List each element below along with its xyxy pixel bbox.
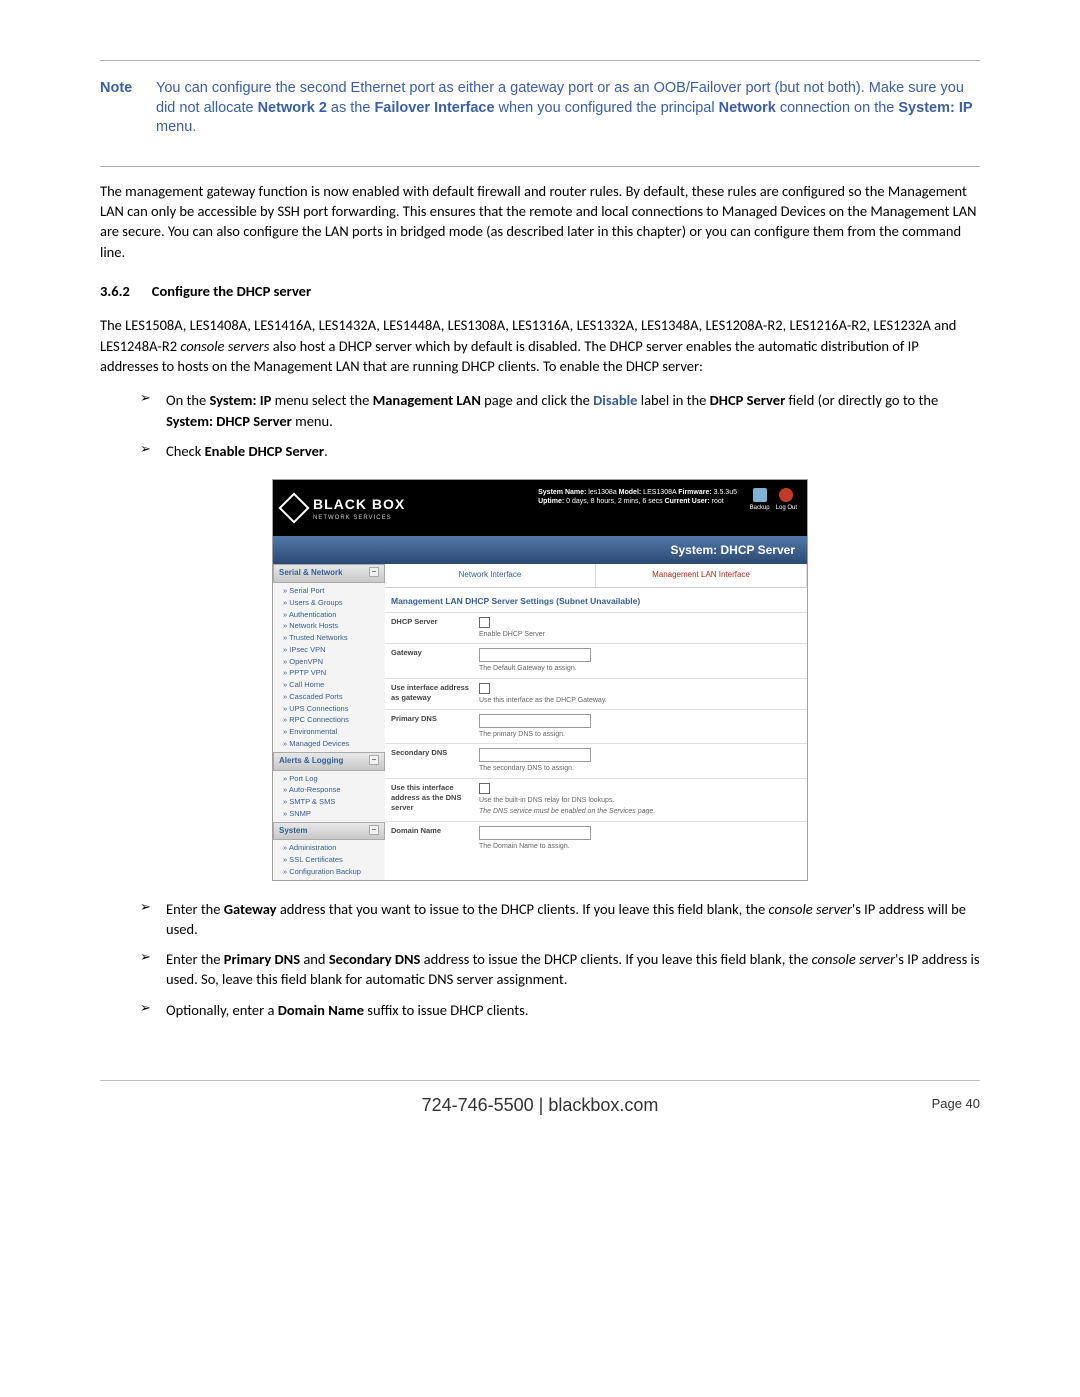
sidebar-item[interactable]: IPsec VPN <box>273 644 385 656</box>
row-dhcp-server: DHCP Server Enable DHCP Server <box>385 612 807 643</box>
row-gateway: Gateway The Default Gateway to assign. <box>385 643 807 677</box>
diamond-icon <box>278 493 309 524</box>
sidebar-item[interactable]: SNMP <box>273 808 385 820</box>
bullet-item-1: On the System: IP menu select the Manage… <box>140 390 980 431</box>
sidebar-item[interactable]: UPS Connections <box>273 703 385 715</box>
ss-logo: BLACK BOX NETWORK SERVICES <box>283 495 405 522</box>
ss-header-icons: Backup Log Out <box>750 488 797 512</box>
ss-sb-list-2: Port LogAuto-ResponseSMTP & SMSSNMP <box>273 771 385 822</box>
row-domain-name: Domain Name The Domain Name to assign. <box>385 821 807 855</box>
embedded-screenshot: BLACK BOX NETWORK SERVICES System Name: … <box>272 479 808 880</box>
section-title: Configure the DHCP server <box>152 282 311 300</box>
tab-management-lan[interactable]: Management LAN Interface <box>596 564 807 587</box>
ss-logo-sub: NETWORK SERVICES <box>313 514 405 522</box>
footer-center: 724-746-5500 | blackbox.com <box>422 1093 659 1117</box>
backup-button[interactable]: Backup <box>750 488 770 512</box>
logout-icon <box>779 488 793 502</box>
bullet-item-4: Enter the Primary DNS and Secondary DNS … <box>140 949 980 990</box>
secondary-dns-input[interactable] <box>479 748 591 762</box>
sidebar-item[interactable]: Network Hosts <box>273 620 385 632</box>
sidebar-item[interactable]: RPC Connections <box>273 714 385 726</box>
note-bottom-rule <box>100 166 980 167</box>
ss-sb-header-serial[interactable]: Serial & Network <box>273 564 385 583</box>
sidebar-item[interactable]: Managed Devices <box>273 738 385 750</box>
sidebar-item[interactable]: SSL Certificates <box>273 854 385 866</box>
paragraph-2: The LES1508A, LES1408A, LES1416A, LES143… <box>100 315 980 376</box>
bullet-item-5: Optionally, enter a Domain Name suffix t… <box>140 1000 980 1020</box>
sidebar-item[interactable]: Cascaded Ports <box>273 691 385 703</box>
note-box: Note You can configure the second Ethern… <box>100 71 980 146</box>
ss-sb-header-system[interactable]: System <box>273 822 385 841</box>
sidebar-item[interactable]: OpenVPN <box>273 656 385 668</box>
note-text: You can configure the second Ethernet po… <box>156 79 980 138</box>
domain-name-input[interactable] <box>479 826 591 840</box>
sidebar-item[interactable]: Administration <box>273 842 385 854</box>
sidebar-item[interactable]: Environmental <box>273 726 385 738</box>
page-footer: 724-746-5500 | blackbox.com Page 40 <box>100 1080 980 1117</box>
row-use-interface-dns: Use this interface address as the DNS se… <box>385 778 807 821</box>
ss-section-title: Management LAN DHCP Server Settings (Sub… <box>385 588 807 611</box>
sidebar-item[interactable]: PPTP VPN <box>273 667 385 679</box>
enable-dhcp-checkbox[interactable] <box>479 617 490 628</box>
backup-icon <box>753 488 767 502</box>
sidebar-item[interactable]: Users & Groups <box>273 597 385 609</box>
sidebar-item[interactable]: Auto-Response <box>273 784 385 796</box>
ss-sb-header-alerts[interactable]: Alerts & Logging <box>273 752 385 771</box>
bullet-item-3: Enter the Gateway address that you want … <box>140 899 980 940</box>
use-interface-dns-checkbox[interactable] <box>479 783 490 794</box>
ss-page-title: System: DHCP Server <box>273 536 807 564</box>
sidebar-item[interactable]: Call Home <box>273 679 385 691</box>
section-number: 3.6.2 <box>100 282 152 300</box>
bullet-item-2: Check Enable DHCP Server. <box>140 441 980 461</box>
sidebar-item[interactable]: Port Log <box>273 773 385 785</box>
ss-logo-text: BLACK BOX <box>313 495 405 514</box>
sidebar-item[interactable]: Serial Port <box>273 585 385 597</box>
row-use-interface-gateway: Use interface address as gateway Use thi… <box>385 678 807 709</box>
ss-system-info: System Name: les1308a Model: LES1308A Fi… <box>538 488 737 506</box>
use-interface-gateway-checkbox[interactable] <box>479 683 490 694</box>
sidebar-item[interactable]: Authentication <box>273 609 385 621</box>
gateway-input[interactable] <box>479 648 591 662</box>
top-rule <box>100 60 980 61</box>
note-label: Note <box>100 79 156 138</box>
ss-main: Network Interface Management LAN Interfa… <box>385 564 807 879</box>
tab-network-interface[interactable]: Network Interface <box>385 564 596 587</box>
row-primary-dns: Primary DNS The primary DNS to assign. <box>385 709 807 743</box>
footer-page-number: Page 40 <box>932 1095 980 1113</box>
primary-dns-input[interactable] <box>479 714 591 728</box>
paragraph-1: The management gateway function is now e… <box>100 181 980 262</box>
sidebar-item[interactable]: Trusted Networks <box>273 632 385 644</box>
ss-sidebar: Serial & Network Serial PortUsers & Grou… <box>273 564 385 879</box>
row-secondary-dns: Secondary DNS The secondary DNS to assig… <box>385 743 807 777</box>
sidebar-item[interactable]: Configuration Backup <box>273 866 385 878</box>
ss-header: BLACK BOX NETWORK SERVICES System Name: … <box>273 480 807 536</box>
ss-sb-list-3: AdministrationSSL CertificatesConfigurat… <box>273 840 385 879</box>
ss-sb-list-1: Serial PortUsers & GroupsAuthenticationN… <box>273 583 385 752</box>
logout-button[interactable]: Log Out <box>776 488 797 512</box>
sidebar-item[interactable]: SMTP & SMS <box>273 796 385 808</box>
section-heading: 3.6.2Configure the DHCP server <box>100 282 980 302</box>
